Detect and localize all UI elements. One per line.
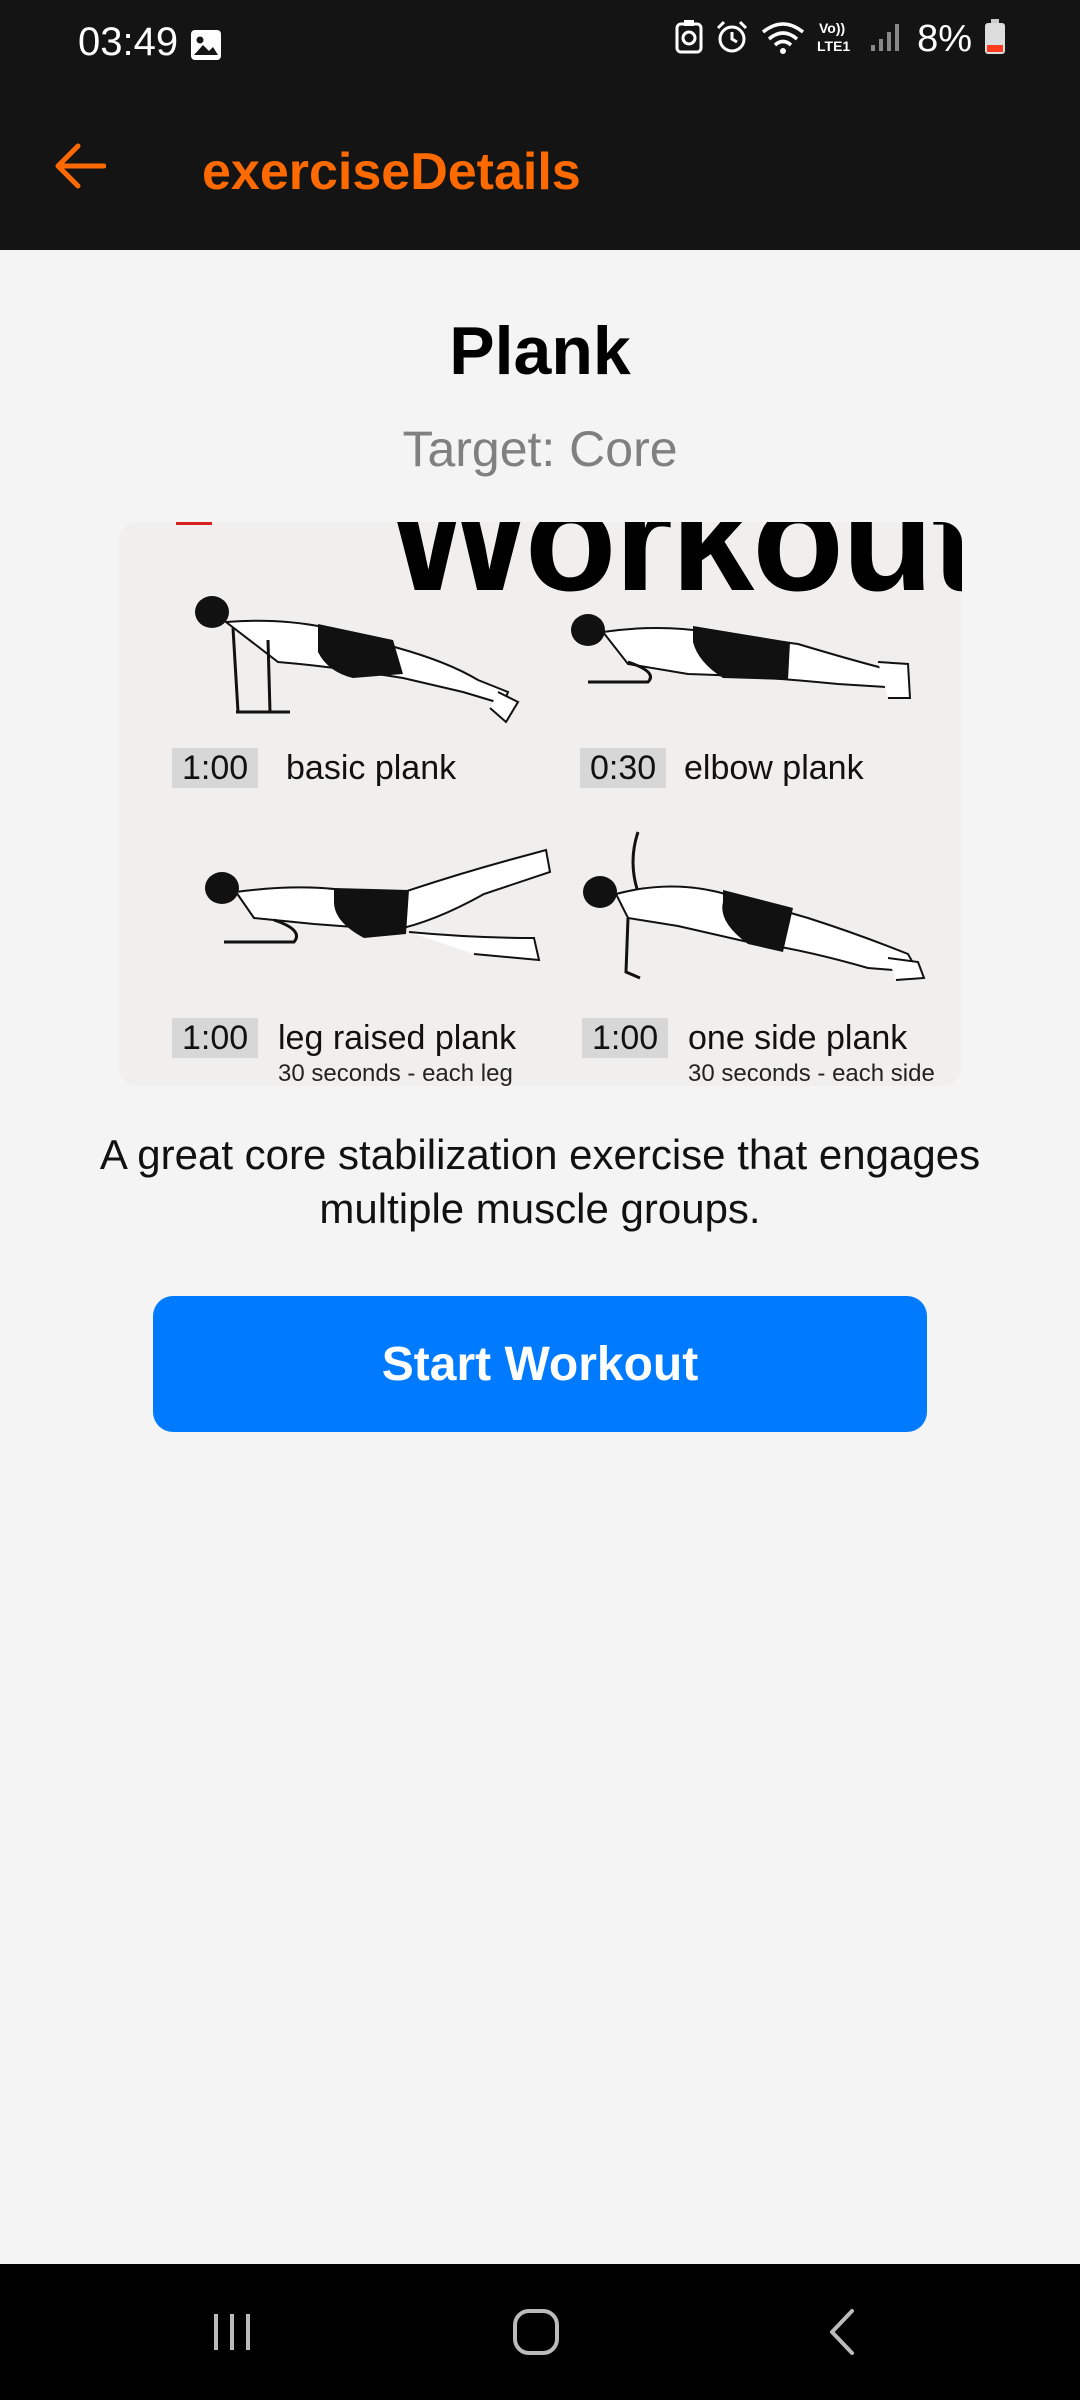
item-2-time: 0:30: [580, 748, 667, 788]
svg-text:LTE1: LTE1: [817, 38, 850, 54]
item-3-label: leg raised plank: [278, 1019, 517, 1057]
item-4-time: 1:00: [582, 1018, 669, 1058]
item-3-time: 1:00: [172, 1018, 259, 1058]
exercise-name: Plank: [449, 313, 631, 389]
home-button[interactable]: [506, 2304, 566, 2364]
app-bar: exerciseDetails: [0, 92, 1080, 250]
back-icon: [824, 2307, 860, 2362]
battery-icon: [984, 19, 1006, 60]
leg-raised-plank-figure: [205, 848, 552, 962]
item-3-sub: 30 seconds - each leg: [278, 1060, 513, 1086]
volte-lte-icon: Vo)) LTE1: [817, 19, 857, 60]
basic-plank-figure: [195, 596, 520, 724]
exercise-illustration: Workout 1:00 basic plank 0:30 elbow plan…: [118, 522, 962, 1086]
recent-apps-button[interactable]: [202, 2304, 262, 2364]
item-4-sub: 30 seconds - each side: [688, 1060, 935, 1086]
elbow-plank-figure: [571, 614, 912, 699]
signal-icon: [869, 21, 901, 58]
home-icon: [511, 2307, 561, 2362]
system-nav-bar: [0, 2264, 1080, 2400]
start-workout-button[interactable]: Start Workout: [153, 1296, 927, 1432]
item-4-label: one side plank: [688, 1019, 908, 1057]
gallery-icon: [190, 29, 222, 66]
status-time: 03:49: [78, 20, 179, 64]
system-back-button[interactable]: [812, 2304, 872, 2364]
svg-text:Vo)): Vo)): [819, 20, 845, 36]
status-bar: 03:49 Vo)) LTE1 8%: [0, 0, 1080, 92]
back-button[interactable]: [48, 136, 112, 200]
exercise-target: Target: Core: [402, 421, 678, 477]
arrow-left-icon: [54, 142, 107, 195]
item-2-label: elbow plank: [684, 749, 864, 787]
alarm-icon: [715, 20, 749, 59]
item-1-time: 1:00: [172, 748, 259, 788]
one-side-plank-figure: [583, 831, 926, 981]
battery-percent: 8%: [917, 18, 972, 60]
recycle-icon: [675, 20, 703, 59]
illustration-accent: [176, 522, 212, 525]
item-1-label: basic plank: [286, 749, 457, 787]
wifi-icon: [761, 20, 805, 59]
recent-apps-icon: [208, 2310, 256, 2359]
exercise-description: A great core stabilization exercise that…: [99, 1131, 981, 1232]
app-title: exerciseDetails: [202, 143, 581, 201]
